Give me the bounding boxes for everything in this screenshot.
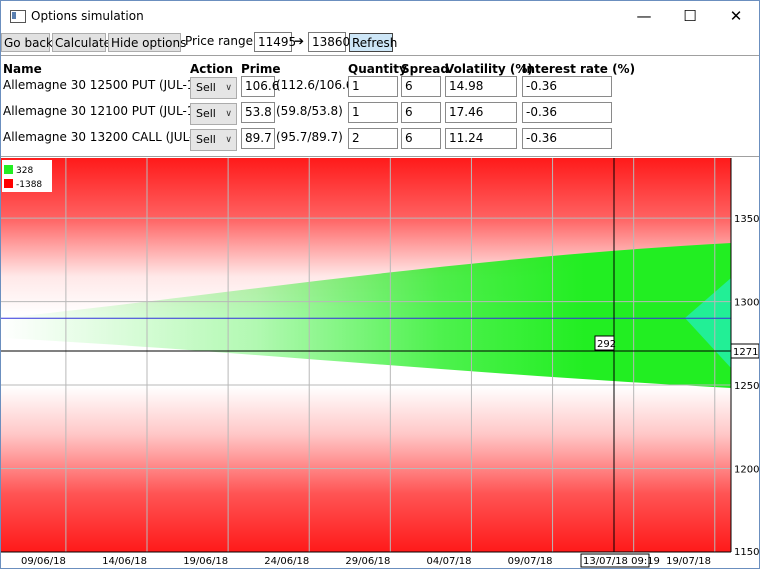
x-tick-label: 19/07/18	[666, 556, 711, 567]
y-tick-label: 11500	[734, 547, 759, 558]
x-tick-label: 19/06/18	[183, 556, 228, 567]
prime-range: (95.7/89.7)	[276, 130, 343, 144]
action-value: Sell	[196, 133, 216, 146]
action-select[interactable]: Sell ∨	[190, 77, 237, 99]
quantity-input[interactable]: 2	[348, 128, 398, 149]
volatility-input[interactable]: 17.46	[445, 102, 517, 123]
legend-label-loss: -1388	[16, 180, 42, 190]
prime-range: (112.6/106.6)	[276, 78, 359, 92]
calculate-button[interactable]: Calculate	[52, 33, 111, 52]
header-action: Action	[190, 62, 234, 76]
options-simulation-window: Options simulation — ☐ ✕ Go back Calcula…	[0, 0, 760, 569]
crosshair-date-label: 13/07/18 09:19	[583, 556, 660, 567]
price-range-label: Price range :	[185, 34, 261, 48]
y-tick-label: 12000	[734, 465, 759, 476]
x-tick-label: 29/06/18	[345, 556, 390, 567]
header-name: Name	[3, 62, 42, 76]
x-tick-label: 24/06/18	[264, 556, 309, 567]
legend-swatch-loss	[4, 179, 13, 188]
quantity-input[interactable]: 1	[348, 76, 398, 97]
header-interest-rate: Interest rate (%)	[522, 62, 636, 76]
header-volatility: Volatility (%)	[445, 62, 533, 76]
volatility-input[interactable]: 14.98	[445, 76, 517, 97]
chevron-down-icon: ∨	[225, 83, 232, 93]
quantity-input[interactable]: 1	[348, 102, 398, 123]
option-name: Allemagne 30 12100 PUT (JUL-18)	[3, 104, 207, 118]
prime-input[interactable]: 89.7	[241, 128, 275, 149]
option-name: Allemagne 30 13200 CALL (JUL-18)	[3, 130, 214, 144]
separator-bottom	[1, 156, 759, 157]
minimize-button[interactable]: —	[621, 1, 667, 31]
arrow-right-icon: ➔	[294, 34, 305, 48]
title-bar: Options simulation — ☐ ✕	[1, 1, 759, 31]
prime-input[interactable]: 106.6	[241, 76, 279, 97]
x-tick-label: 09/06/18	[21, 556, 66, 567]
legend: 328 -1388	[2, 160, 52, 192]
price-max-input[interactable]: 13860	[308, 32, 350, 52]
chevron-down-icon: ∨	[225, 109, 232, 119]
payoff-heatmap-chart[interactable]: 292 13500 13000 12500 12000 11500 09/06/18 14…	[1, 158, 759, 568]
y-tick-label: 13500	[734, 214, 759, 225]
option-name: Allemagne 30 12500 PUT (JUL-18)	[3, 78, 207, 92]
maximize-icon: ☐	[683, 7, 697, 25]
refresh-button[interactable]: Refresh	[349, 33, 397, 52]
action-select[interactable]: Sell ∨	[190, 103, 237, 125]
close-button[interactable]: ✕	[713, 1, 759, 31]
y-axis-ticks: 13500 13000 12500 12000 11500	[734, 214, 759, 558]
interest-rate-input[interactable]: -0.36	[522, 76, 612, 97]
price-min-input[interactable]: 11495	[254, 32, 296, 52]
y-tick-label: 12500	[734, 381, 759, 392]
minimize-icon: —	[636, 7, 652, 25]
crosshair-value-label: 292	[597, 339, 616, 350]
interest-rate-input[interactable]: -0.36	[522, 102, 612, 123]
legend-swatch-profit	[4, 165, 13, 174]
go-back-button[interactable]: Go back	[1, 33, 53, 52]
hide-options-button[interactable]: Hide options	[108, 33, 186, 52]
toolbar: Go back Calculate Hide options Price ran…	[1, 31, 759, 55]
crosshair-price-label: 12717	[733, 347, 759, 358]
prime-range: (59.8/53.8)	[276, 104, 343, 118]
spread-input[interactable]: 6	[401, 102, 441, 123]
spread-input[interactable]: 6	[401, 76, 441, 97]
x-tick-label: 04/07/18	[427, 556, 472, 567]
legend-label-profit: 328	[16, 166, 33, 176]
spread-input[interactable]: 6	[401, 128, 441, 149]
header-quantity: Quantity	[348, 62, 407, 76]
chevron-down-icon: ∨	[225, 135, 232, 145]
volatility-input[interactable]: 11.24	[445, 128, 517, 149]
separator-top	[1, 55, 759, 56]
window-title: Options simulation	[31, 9, 144, 23]
action-value: Sell	[196, 107, 216, 120]
interest-rate-input[interactable]: -0.36	[522, 128, 612, 149]
y-tick-label: 13000	[734, 298, 759, 309]
close-icon: ✕	[729, 7, 743, 25]
action-value: Sell	[196, 81, 216, 94]
prime-input[interactable]: 53.8	[241, 102, 275, 123]
x-tick-label: 14/06/18	[102, 556, 147, 567]
header-spread: Spread	[401, 62, 449, 76]
maximize-button[interactable]: ☐	[667, 1, 713, 31]
app-icon	[10, 10, 26, 23]
header-prime: Prime	[241, 62, 281, 76]
action-select[interactable]: Sell ∨	[190, 129, 237, 151]
x-tick-label: 09/07/18	[508, 556, 553, 567]
